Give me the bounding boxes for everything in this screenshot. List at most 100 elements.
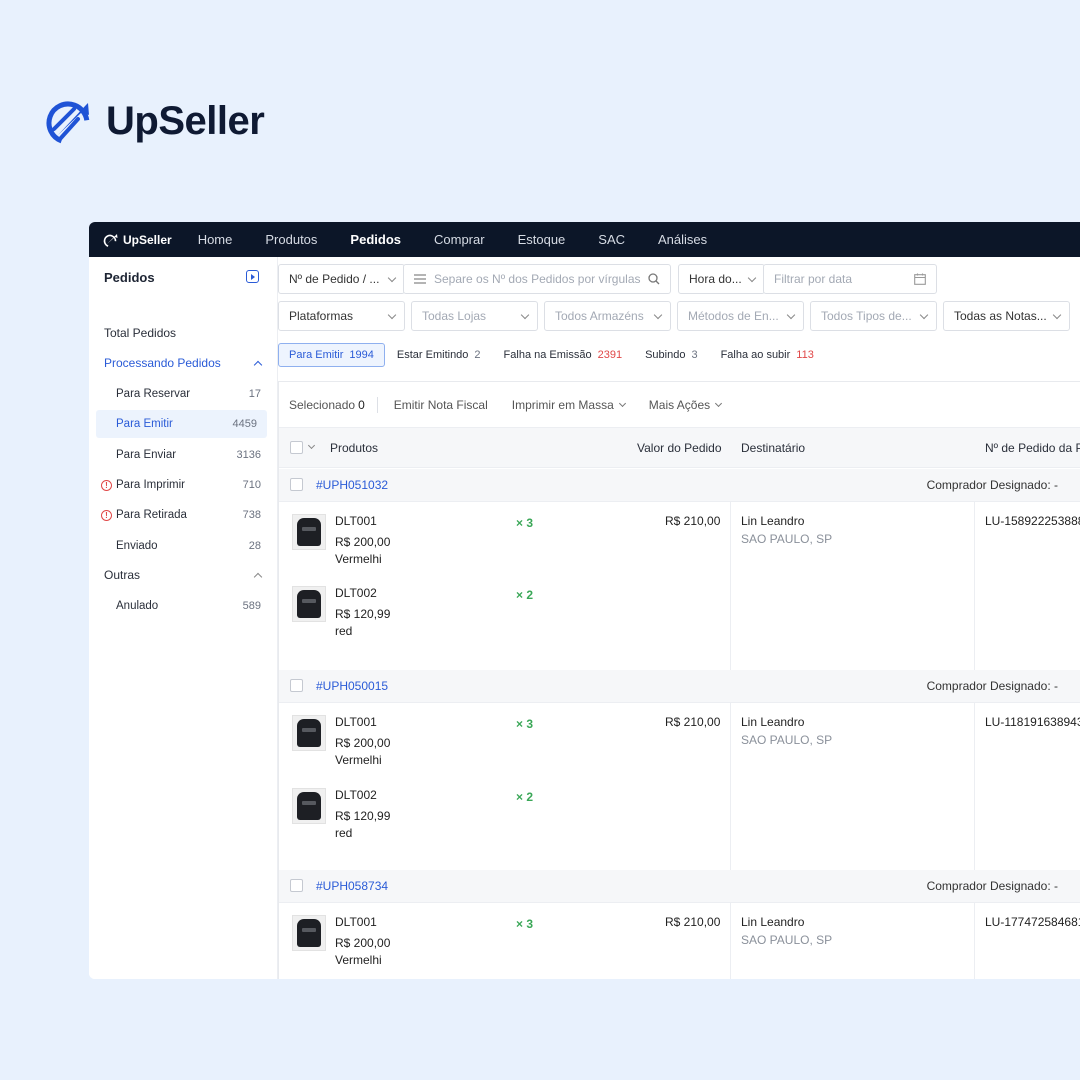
order-number-link[interactable]: #UPH051032 [316, 478, 388, 492]
order-number-link[interactable]: #UPH050015 [316, 679, 388, 693]
sidebar-item-count: 710 [242, 479, 261, 491]
tab-subindo[interactable]: Subindo 3 [634, 343, 709, 367]
product-thumbnail[interactable] [292, 788, 326, 824]
nav-produtos[interactable]: Produtos [265, 232, 317, 247]
divider [974, 703, 975, 870]
order-checkbox[interactable] [290, 478, 303, 491]
order-total: R$ 210,00 [665, 715, 721, 729]
chevron-down-icon [520, 310, 530, 320]
search-icon[interactable] [648, 273, 660, 285]
shipping-methods-select[interactable]: Métodos de En... [677, 301, 804, 331]
product-thumbnail[interactable] [292, 514, 326, 550]
chevron-down-icon [747, 273, 757, 283]
date-filter-input[interactable]: Filtrar por data [763, 264, 937, 294]
tab-count: 113 [796, 349, 814, 361]
item-quantity: × 3 [516, 516, 534, 530]
tab-falha-emissao[interactable]: Falha na Emissão 2391 [493, 343, 634, 367]
sidebar-item-label: Anulado [116, 600, 159, 612]
order-checkbox[interactable] [290, 679, 303, 692]
buyer-assigned: Comprador Designado: - [926, 478, 1058, 492]
tab-label: Falha na Emissão [503, 349, 592, 361]
tab-falha-subir[interactable]: Falha ao subir 113 [710, 343, 825, 367]
sidebar-item-para-retirada[interactable]: ! Para Retirada 738 [89, 501, 278, 529]
sidebar-item-enviado[interactable]: Enviado 28 [89, 532, 278, 560]
main-content: Nº de Pedido / ... Separe os Nº dos Pedi… [278, 257, 1080, 979]
order-number-link[interactable]: #UPH058734 [316, 879, 388, 893]
action-label: Mais Ações [648, 397, 711, 412]
order-types-select[interactable]: Todos Tipos de... [810, 301, 937, 331]
item-sku: DLT002 [335, 788, 377, 802]
app-logo[interactable]: UpSeller [103, 232, 172, 248]
recipient-name: Lin Leandro [741, 715, 805, 729]
nav-estoque[interactable]: Estoque [518, 232, 566, 247]
upseller-logo-icon [46, 101, 90, 145]
order-row: #UPH051032 Comprador Designado: - DLT001… [279, 469, 1080, 670]
tab-para-emitir[interactable]: Para Emitir 1994 [278, 343, 385, 367]
nav-comprar[interactable]: Comprar [434, 232, 485, 247]
divider [974, 502, 975, 670]
order-number-type-select[interactable]: Nº de Pedido / ... [278, 264, 405, 294]
sidebar-item-label: Para Imprimir [116, 479, 186, 491]
order-search-input[interactable]: Separe os Nº dos Pedidos por vírgulas [403, 264, 671, 294]
notes-select[interactable]: Todas as Notas... [943, 301, 1070, 331]
search-placeholder: Separe os Nº dos Pedidos por vírgulas [434, 272, 641, 286]
warehouses-select[interactable]: Todos Armazéns [544, 301, 671, 331]
sidebar-item-para-enviar[interactable]: Para Enviar 3136 [89, 441, 278, 469]
order-header: #UPH050015 Comprador Designado: - [279, 670, 1080, 703]
order-total: R$ 210,00 [665, 915, 721, 929]
more-actions-dropdown[interactable]: Mais Ações [648, 397, 723, 412]
item-quantity: × 3 [516, 717, 534, 731]
product-thumbnail[interactable] [292, 586, 326, 622]
tab-estar-emitindo[interactable]: Estar Emitindo 2 [386, 343, 492, 367]
select-value: Todos Tipos de... [821, 309, 912, 323]
order-item: DLT002 R$ 120,99 red × 2 [279, 574, 729, 644]
sidebar-item-label: Para Reservar [116, 388, 191, 400]
order-item: DLT001 R$ 200,00 Vermelhi × 3 [279, 703, 729, 773]
sidebar: Pedidos Total Pedidos Processando Pedido… [89, 257, 278, 979]
chevron-down-icon[interactable] [307, 441, 316, 450]
platforms-select[interactable]: Plataformas [278, 301, 405, 331]
sidebar-item-para-imprimir[interactable]: ! Para Imprimir 710 [89, 471, 278, 499]
col-platform-order-no: Nº de Pedido da P [985, 441, 1080, 455]
tab-count: 2391 [597, 349, 623, 361]
item-price: R$ 200,00 [335, 936, 391, 950]
sidebar-item-para-emitir[interactable]: Para Emitir 4459 [96, 410, 267, 438]
sidebar-group-processing[interactable]: Processando Pedidos [89, 349, 278, 377]
select-all-checkbox[interactable] [290, 441, 303, 454]
nav-pedidos[interactable]: Pedidos [350, 232, 401, 247]
chevron-down-icon [653, 310, 663, 320]
orders-panel: Selecionado 0 Emitir Nota Fiscal Imprimi… [278, 381, 1080, 979]
nav-home[interactable]: Home [198, 232, 233, 247]
item-price: R$ 200,00 [335, 736, 391, 750]
item-quantity: × 2 [516, 790, 534, 804]
backpack-icon [297, 719, 321, 747]
selected-label: Selecionado [289, 397, 356, 412]
order-total: R$ 210,00 [665, 514, 721, 528]
sidebar-item-para-reservar[interactable]: Para Reservar 17 [89, 380, 278, 408]
divider [730, 502, 731, 670]
col-order-value: Valor do Pedido [637, 441, 722, 455]
issue-invoice-button[interactable]: Emitir Nota Fiscal [394, 398, 488, 412]
product-thumbnail[interactable] [292, 915, 326, 951]
sidebar-item-anulado[interactable]: Anulado 589 [89, 592, 278, 620]
divider [730, 903, 731, 979]
product-thumbnail[interactable] [292, 715, 326, 751]
chevron-up-icon [253, 360, 263, 370]
brand-name: UpSeller [106, 98, 265, 143]
time-type-select[interactable]: Hora do... [678, 264, 765, 294]
bulk-print-dropdown[interactable]: Imprimir em Massa [511, 397, 626, 412]
nav-analises[interactable]: Análises [658, 232, 707, 247]
sidebar-group-outras[interactable]: Outras [89, 561, 278, 589]
sidebar-collapse-icon[interactable] [246, 270, 259, 283]
col-products: Produtos [330, 441, 379, 455]
stores-select[interactable]: Todas Lojas [411, 301, 538, 331]
action-label: Imprimir em Massa [511, 397, 614, 412]
list-icon [414, 274, 426, 284]
chevron-down-icon [387, 273, 397, 283]
order-item: DLT001 R$ 200,00 Vermelhi × 3 [279, 903, 729, 973]
order-body: DLT001 R$ 200,00 Vermelhi × 3 DLT002 R$ … [279, 703, 1080, 870]
nav-sac[interactable]: SAC [598, 232, 625, 247]
sidebar-item-total[interactable]: Total Pedidos [89, 319, 278, 347]
recipient-name: Lin Leandro [741, 915, 805, 929]
order-checkbox[interactable] [290, 879, 303, 892]
